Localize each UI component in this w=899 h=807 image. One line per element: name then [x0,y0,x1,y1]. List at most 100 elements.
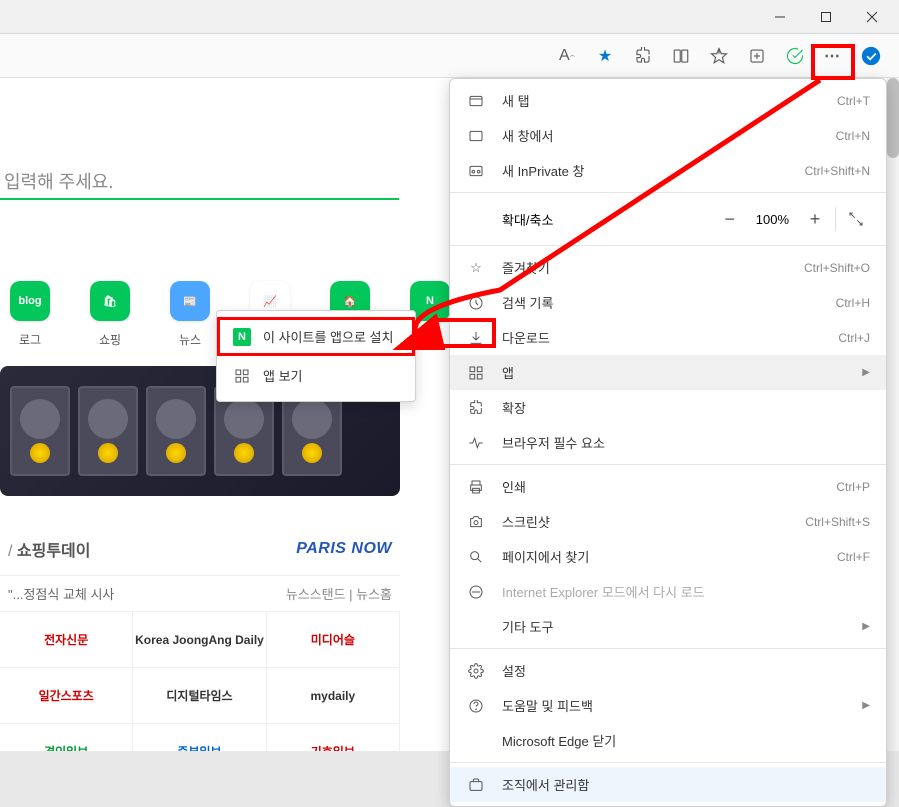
shortcut-news[interactable]: 📰뉴스 [160,281,220,348]
extensions-button[interactable] [625,38,661,74]
menu-close-edge[interactable]: • Microsoft Edge 닫기 [450,723,886,758]
banner-card [10,386,70,476]
collections-add-button[interactable] [739,38,775,74]
collections-button[interactable] [701,38,737,74]
menu-apps[interactable]: 앱 ▶ [450,355,886,390]
news-cell[interactable]: 전자신문 [0,612,133,668]
menu-shortcut: Ctrl+T [837,94,870,108]
menu-downloads[interactable]: 다운로드 Ctrl+J [450,320,886,355]
fullscreen-button[interactable] [842,205,870,233]
search-icon [466,549,486,565]
menu-separator [450,245,886,246]
star-icon: ☆ [466,260,486,276]
menu-label: 새 InPrivate 창 [502,161,805,180]
menu-label: Microsoft Edge 닫기 [502,731,870,750]
menu-new-tab[interactable]: 새 탭 Ctrl+T [450,83,886,118]
menu-label: 다운로드 [502,328,838,347]
performance-button[interactable] [777,38,813,74]
menu-separator [450,762,886,763]
menu-print[interactable]: 인쇄 Ctrl+P [450,469,886,504]
menu-separator [450,464,886,465]
shortcut-label: 로그 [19,331,41,348]
submenu-label: 앱 보기 [263,366,303,385]
chevron-right-icon: ▶ [862,700,870,711]
read-aloud-button[interactable]: A⌢ [549,38,585,74]
news-tabs[interactable]: 뉴스스탠드 | 뉴스홈 [286,584,392,603]
news-cell[interactable]: 디지털타임스 [133,668,266,724]
menu-favorites[interactable]: ☆ 즐겨찾기 Ctrl+Shift+O [450,250,886,285]
menu-essentials[interactable]: 브라우저 필수 요소 [450,425,886,460]
menu-history[interactable]: 검색 기록 Ctrl+H [450,285,886,320]
section-title[interactable]: 쇼핑투데이 [17,543,91,560]
shortcut-shopping[interactable]: 🛍쇼핑 [80,281,140,348]
paris-now-link[interactable]: PARIS NOW [296,540,392,558]
menu-shortcut: Ctrl+Shift+S [805,515,870,529]
submenu-install-app[interactable]: N 이 사이트를 앱으로 설치 [217,317,415,356]
menu-screenshot[interactable]: 스크린샷 Ctrl+Shift+S [450,504,886,539]
news-cell[interactable]: 미디어슬 [267,612,400,668]
print-icon [466,479,486,495]
ie-icon [466,584,486,600]
scroll-thumb[interactable] [887,78,899,158]
menu-label: 페이지에서 찾기 [502,547,837,566]
puzzle-icon [466,400,486,416]
minimize-button[interactable] [757,1,803,33]
menu-find[interactable]: 페이지에서 찾기 Ctrl+F [450,539,886,574]
news-headline[interactable]: "...정점식 교체 시사 [8,584,114,603]
news-grid: 전자신문 Korea JoongAng Daily 미디어슬 일간스포츠 디지털… [0,611,400,751]
shortcut-label: 뉴스 [179,331,201,348]
gear-icon [466,663,486,679]
shortcut-label: 쇼핑 [99,331,121,348]
copilot-button[interactable] [853,38,889,74]
menu-extensions[interactable]: 확장 [450,390,886,425]
menu-label: 확장 [502,398,870,417]
new-window-icon [466,128,486,144]
shortcut-blog[interactable]: blog로그 [0,281,60,348]
news-cell[interactable]: 일간스포츠 [0,668,133,724]
news-cell[interactable]: 기호일보 [267,724,400,751]
search-input[interactable]: 입력해 주세요. [0,168,113,194]
menu-org-managed[interactable]: 조직에서 관리함 [450,767,886,802]
menu-help[interactable]: 도움말 및 피드백 ▶ [450,688,886,723]
menu-new-window[interactable]: 새 창에서 Ctrl+N [450,118,886,153]
menu-shortcut: Ctrl+H [836,296,870,310]
menu-label: 검색 기록 [502,293,836,312]
history-icon [466,295,486,311]
menu-shortcut: Ctrl+N [836,129,870,143]
zoom-out-button[interactable]: − [716,205,744,233]
menu-label: 앱 [502,363,854,382]
help-icon [466,698,486,714]
news-cell[interactable]: 경인일보 [0,724,133,751]
news-cell[interactable]: mydaily [267,668,400,724]
shopping-section: / 쇼핑투데이 PARIS NOW "...정점식 교체 시사 뉴스스탠드 | … [0,523,400,751]
page-scrollbar[interactable] [887,78,899,751]
settings-more-button[interactable]: ⋯ [815,38,851,74]
menu-new-inprivate[interactable]: 새 InPrivate 창 Ctrl+Shift+N [450,153,886,188]
apps-icon [233,367,251,385]
menu-settings[interactable]: 설정 [450,653,886,688]
menu-shortcut: Ctrl+J [838,331,870,345]
news-cell[interactable]: Korea JoongAng Daily [133,612,266,668]
close-button[interactable] [849,1,895,33]
menu-more-tools[interactable]: • 기타 도구 ▶ [450,609,886,644]
chevron-right-icon: ▶ [862,367,870,378]
chevron-right-icon: ▶ [862,621,870,632]
menu-label: 스크린샷 [502,512,805,531]
menu-label: 설정 [502,661,870,680]
menu-label: 인쇄 [502,477,836,496]
menu-zoom: 확대/축소 − 100% + [450,197,886,241]
news-cell[interactable]: 중부일보 [133,724,266,751]
menu-separator [450,648,886,649]
favorite-star-button[interactable]: ★ [587,38,623,74]
apps-icon [466,365,486,381]
split-screen-button[interactable] [663,38,699,74]
banner-card [78,386,138,476]
section-prefix: / [8,543,17,560]
banner-card [146,386,206,476]
new-tab-icon [466,93,486,109]
submenu-view-apps[interactable]: 앱 보기 [217,356,415,395]
maximize-button[interactable] [803,1,849,33]
search-underline [0,198,399,200]
zoom-in-button[interactable]: + [801,205,829,233]
pulse-icon [466,435,486,451]
